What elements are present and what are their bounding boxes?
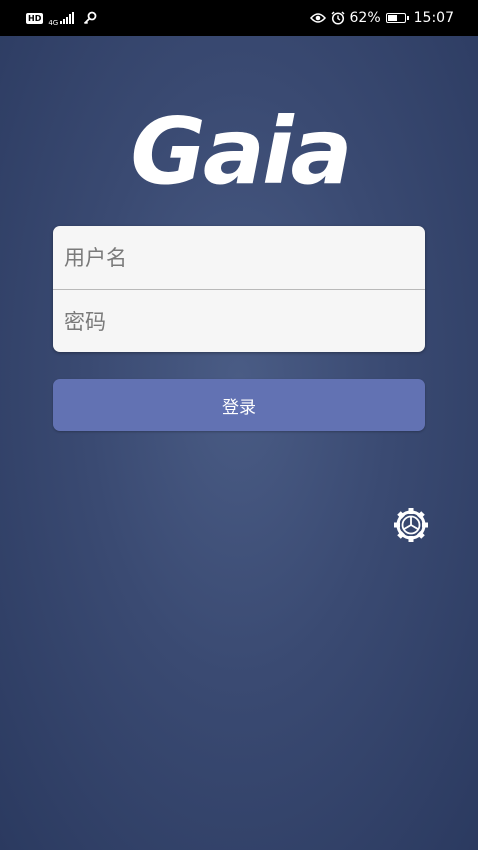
status-time: 15:07 <box>413 10 454 26</box>
hd-icon: HD <box>26 12 44 24</box>
gear-tooth <box>422 522 428 528</box>
username-input[interactable] <box>53 226 425 289</box>
status-left: HD 4G <box>26 9 97 27</box>
gear-tooth <box>417 511 425 519</box>
gear-tooth <box>408 508 414 514</box>
signal-icon <box>60 12 75 24</box>
battery-icon <box>385 13 409 23</box>
key-icon <box>84 11 97 25</box>
login-screen: HD 4G 62% 15:07 Gaia 用户名 登录 <box>0 0 478 850</box>
gear-tooth <box>397 531 405 539</box>
login-button[interactable]: 登录 <box>53 379 425 431</box>
alarm-icon <box>331 11 345 25</box>
gaia-logo: Gaia <box>130 98 352 198</box>
gear-tooth <box>394 522 400 528</box>
status-right: 62% 15:07 <box>309 10 454 26</box>
status-bar: HD 4G 62% 15:07 <box>0 0 478 36</box>
gear-tooth <box>408 536 414 542</box>
login-form <box>53 226 425 352</box>
password-input[interactable] <box>53 290 425 352</box>
network-generation: 4G <box>48 19 59 27</box>
eye-icon <box>309 13 326 23</box>
gear-tooth <box>417 531 425 539</box>
gear-icon[interactable] <box>391 505 431 545</box>
battery-fill <box>387 15 397 21</box>
battery-percent: 62% <box>349 10 381 26</box>
gear-tooth <box>397 511 405 519</box>
logo-text: Gaia <box>130 98 349 198</box>
